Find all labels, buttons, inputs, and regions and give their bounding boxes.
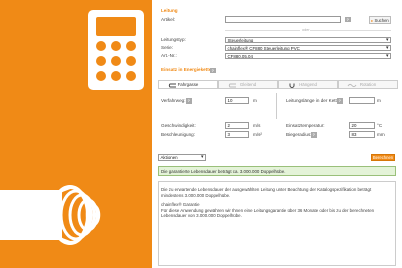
section-title-einsatz: Einsatz in Energiekette [161,67,212,72]
serie-select[interactable]: chainflex® CF880 Steuerleitung PVC [225,44,391,51]
verfahrweg-unit: m [253,98,257,103]
oder-label: oder [302,27,310,32]
tab-haengend[interactable]: Hängend [278,80,338,89]
artikel-help-icon[interactable]: ? [345,16,351,22]
tab-rotation[interactable]: Rotation [338,80,398,89]
mode-select[interactable]: Aktionen [158,154,206,161]
haengend-icon [289,83,295,88]
info-paragraph-1: Die zu erwartende Lebensdauer der ausgew… [161,187,372,198]
verfahrweg-label: Verfahrweg: [161,98,186,103]
geschwindigkeit-label: Geschwindigkeit: [161,123,196,128]
search-button-label: Suchen [374,18,389,23]
temperatur-label: Einsatztemperatur: [286,123,325,128]
temperatur-input[interactable]: 20 [349,122,375,129]
section-title-leitung: Leitung [161,8,178,13]
rotation-icon [347,83,357,87]
biegeradius-input[interactable]: 83 [349,131,375,138]
artikel-label: Artikel: [161,17,176,22]
search-icon: ▸ [371,18,374,23]
tab-fahrgasse[interactable]: Fahrgasse [158,80,218,89]
leitungslaenge-input[interactable] [349,97,375,104]
einsatz-help-icon[interactable]: ? [210,67,216,73]
leitungslaenge-label: Leitungslänge in der Kette: [286,98,341,103]
info-box: Die zu erwartende Lebensdauer der ausgew… [158,181,396,266]
cable-icon [0,185,101,245]
gleitend-icon [228,83,236,87]
biegeradius-unit: mm [377,132,385,137]
calculator-icon [88,10,144,90]
serie-label: Serie: [161,45,174,50]
tab-haengend-label: Hängend [299,82,317,87]
tab-gleitend-label: Gleitend [239,82,257,87]
berechnen-button[interactable]: Berechnen [371,154,395,161]
tab-fahrgasse-label: Fahrgasse [177,82,199,87]
verfahrweg-help-icon[interactable]: ? [186,98,192,104]
divider-right [310,30,391,31]
geschwindigkeit-unit: m/s [253,123,261,128]
left-illustration-panel [0,0,152,268]
calculator-form: Leitung Artikel: ? ▸ Suchen oder Leitung… [152,0,402,268]
calculator-keys [96,41,136,81]
leitungstyp-select[interactable]: Steuerleitung [225,36,391,43]
calculator-screen [96,17,136,36]
einsatz-tabs: Fahrgasse Gleitend Hängend Rotation [158,80,398,89]
search-button[interactable]: ▸ Suchen [369,16,391,24]
divider-left [225,30,300,31]
artnr-label: Art.-Nr.: [161,53,177,58]
verfahrweg-input[interactable]: 10 [225,97,249,104]
temperatur-unit: °C [377,123,383,128]
tab-rotation-label: Rotation [359,82,377,87]
biegeradius-help-icon[interactable]: ? [311,132,317,138]
garantie-banner: Die garantierte Lebensdauer beträgt ca. … [158,166,396,176]
tab-gleitend[interactable]: Gleitend [218,80,278,89]
leitungstyp-label: Leitungstyp: [161,37,186,42]
fahrgasse-icon [168,83,176,87]
leitungslaenge-unit: m [377,98,381,103]
column-divider [276,93,277,119]
geschwindigkeit-input[interactable]: 2 [225,122,249,129]
info-paragraph-2: Für diese Anwendung gewähren wir Ihnen e… [161,207,375,219]
beschleunigung-unit: m/s² [253,132,262,137]
leitungslaenge-help-icon[interactable]: ? [337,98,343,104]
beschleunigung-label: Beschleunigung: [161,132,195,137]
biegeradius-label: Biegeradius: [286,132,312,137]
artikel-input[interactable] [225,16,341,23]
beschleunigung-input[interactable]: 3 [225,131,249,138]
artnr-select[interactable]: CF880.05.04 [225,52,391,59]
